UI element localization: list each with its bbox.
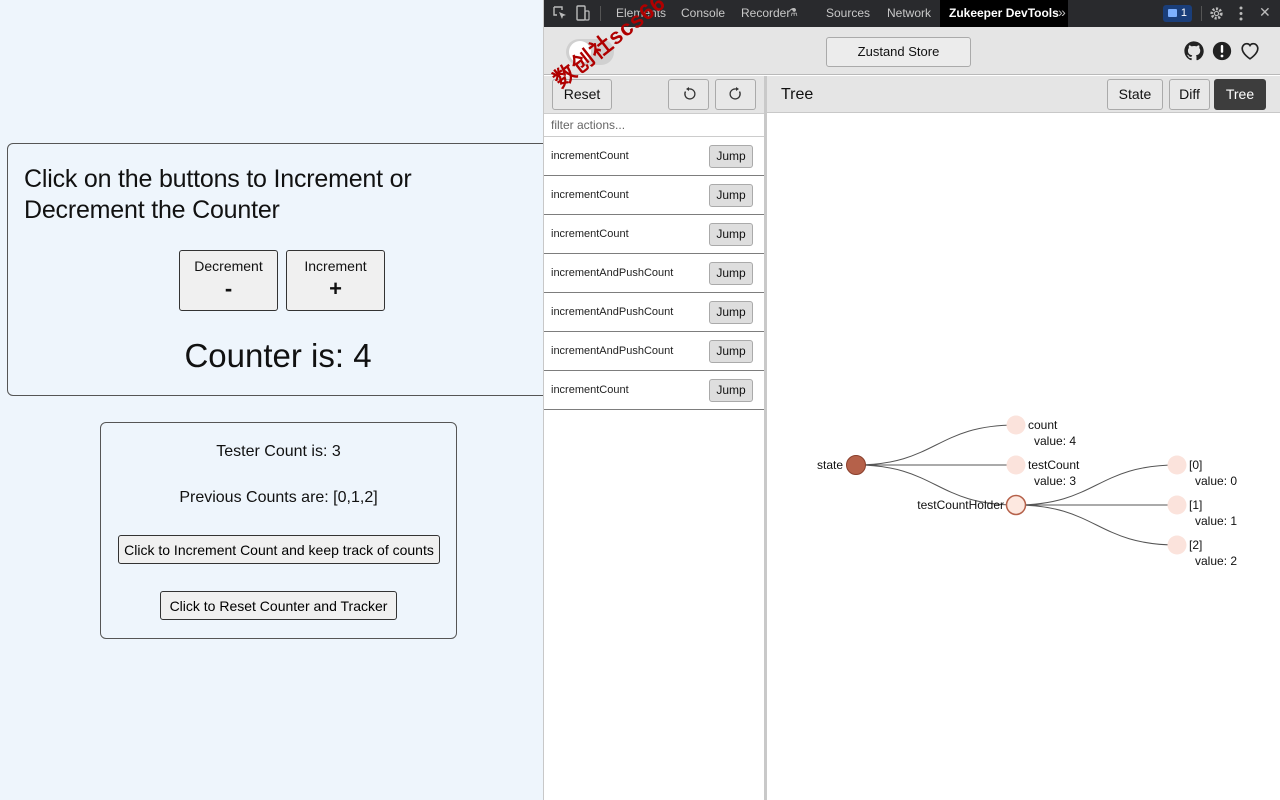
tree-panel: Tree State Diff Tree state count value: 4 t… <box>767 76 1280 800</box>
action-name: incrementAndPushCount <box>551 345 674 357</box>
counter-card: Click on the buttons to Increment or Dec… <box>7 143 567 396</box>
action-name: incrementAndPushCount <box>551 306 674 318</box>
action-name: incrementCount <box>551 228 629 240</box>
tabbar-separator-right <box>1201 6 1202 21</box>
jump-button[interactable]: Jump <box>709 223 753 246</box>
actions-panel: Reset incrementCountJumpincrementCountJu… <box>544 76 764 800</box>
increment-track-button[interactable]: Click to Increment Count and keep track … <box>118 535 440 564</box>
tab-sources[interactable]: Sources <box>826 0 870 27</box>
tester-card: Tester Count is: 3 Previous Counts are: … <box>100 422 457 639</box>
tree-label-value: value: 2 <box>1195 554 1237 568</box>
more-tabs-icon[interactable]: » <box>1058 4 1066 21</box>
tree-label-key: [0] <box>1189 458 1202 472</box>
zukeeper-topbar: Zustand Store <box>544 27 1280 75</box>
tester-count-text: Tester Count is: 3 <box>216 443 341 460</box>
tree-node-leaf[interactable] <box>1167 455 1187 475</box>
tree-node-state[interactable] <box>846 455 866 475</box>
app-page: Click on the buttons to Increment or Dec… <box>0 0 567 800</box>
redo-icon <box>728 87 741 100</box>
action-row[interactable]: incrementCount Jump <box>544 371 764 410</box>
jump-button[interactable]: Jump <box>709 262 753 285</box>
heart-icon[interactable] <box>1239 40 1261 62</box>
tab-network[interactable]: Network <box>887 0 931 27</box>
action-name: incrementCount <box>551 150 629 162</box>
inspect-element-icon[interactable] <box>553 6 567 20</box>
tab-console[interactable]: Console <box>681 0 725 27</box>
tree-label-key: count <box>1028 418 1058 432</box>
undo-button[interactable] <box>668 79 709 110</box>
device-toolbar-icon[interactable] <box>576 5 590 22</box>
tree-node-leaf[interactable] <box>1167 535 1187 555</box>
settings-gear-icon[interactable] <box>1209 6 1224 21</box>
tree-link <box>1015 504 1178 546</box>
jump-button[interactable]: Jump <box>709 301 753 324</box>
tree-label-branch: testCountHolder <box>917 498 1004 512</box>
plus-icon: + <box>329 276 342 301</box>
jump-button[interactable]: Jump <box>709 145 753 168</box>
kebab-menu-icon[interactable] <box>1238 6 1244 21</box>
filter-actions-input[interactable] <box>544 113 764 137</box>
tree-label-value: value: 4 <box>1034 434 1076 448</box>
increment-label: Increment <box>304 258 367 274</box>
tree-link <box>855 424 1017 466</box>
tabbar-separator <box>600 6 601 21</box>
action-name: incrementCount <box>551 189 629 201</box>
tree-label-key: testCount <box>1028 458 1080 472</box>
jump-button[interactable]: Jump <box>709 184 753 207</box>
increment-button[interactable]: Increment + <box>286 250 385 311</box>
messages-badge[interactable]: 1 <box>1163 5 1192 22</box>
tree-label-key: [1] <box>1189 498 1202 512</box>
tab-zukeeper-devtools[interactable]: Zukeeper DevTools <box>940 0 1068 27</box>
minus-icon: - <box>224 276 233 301</box>
github-icon[interactable] <box>1183 40 1205 62</box>
previous-counts-text: Previous Counts are: [0,1,2] <box>179 489 378 506</box>
tree-node-leaf[interactable] <box>1006 455 1026 475</box>
redo-button[interactable] <box>715 79 756 110</box>
tree-node-leaf[interactable] <box>1167 495 1187 515</box>
state-view-button[interactable]: State <box>1107 79 1163 110</box>
devtools-panel: Elements Console Recorder ⚗ Sources Netw… <box>543 0 1280 800</box>
tree-label-state: state <box>817 458 843 472</box>
diff-view-button[interactable]: Diff <box>1169 79 1210 110</box>
action-row[interactable]: incrementCount Jump <box>544 176 764 215</box>
tree-label-value: value: 3 <box>1034 474 1076 488</box>
tree-node-leaf[interactable] <box>1006 415 1026 435</box>
alert-icon[interactable] <box>1211 40 1233 62</box>
action-name: incrementAndPushCount <box>551 267 674 279</box>
undo-icon <box>683 87 696 100</box>
action-row[interactable]: incrementAndPushCount Jump <box>544 332 764 371</box>
tree-label-value: value: 1 <box>1195 514 1237 528</box>
action-name: incrementCount <box>551 384 629 396</box>
close-devtools-icon[interactable]: ✕ <box>1259 4 1271 21</box>
tab-recorder[interactable]: Recorder <box>741 0 790 27</box>
decrement-label: Decrement <box>194 258 263 274</box>
tree-label-key: [2] <box>1189 538 1202 552</box>
tree-title: Tree <box>781 86 814 103</box>
counter-display: Counter is: 4 <box>184 337 372 374</box>
tree-view-button[interactable]: Tree <box>1214 79 1266 110</box>
zustand-store-button[interactable]: Zustand Store <box>826 37 971 67</box>
jump-button[interactable]: Jump <box>709 340 753 363</box>
counter-instructions: Click on the buttons to Increment or Dec… <box>24 165 412 224</box>
action-row[interactable]: incrementCount Jump <box>544 137 764 176</box>
jump-button[interactable]: Jump <box>709 379 753 402</box>
tree-label-value: value: 0 <box>1195 474 1237 488</box>
tree-node-branch[interactable] <box>1005 494 1027 516</box>
flask-icon: ⚗ <box>788 7 798 19</box>
action-row[interactable]: incrementCount Jump <box>544 215 764 254</box>
action-row[interactable]: incrementAndPushCount Jump <box>544 254 764 293</box>
tree-toolbar: Tree State Diff Tree <box>767 76 1280 113</box>
state-tree-graph: state count value: 4 testCount value: 3 testC… <box>817 415 1237 568</box>
decrement-button[interactable]: Decrement - <box>179 250 278 311</box>
action-row[interactable]: incrementAndPushCount Jump <box>544 293 764 332</box>
reset-counter-button[interactable]: Click to Reset Counter and Tracker <box>160 591 397 620</box>
